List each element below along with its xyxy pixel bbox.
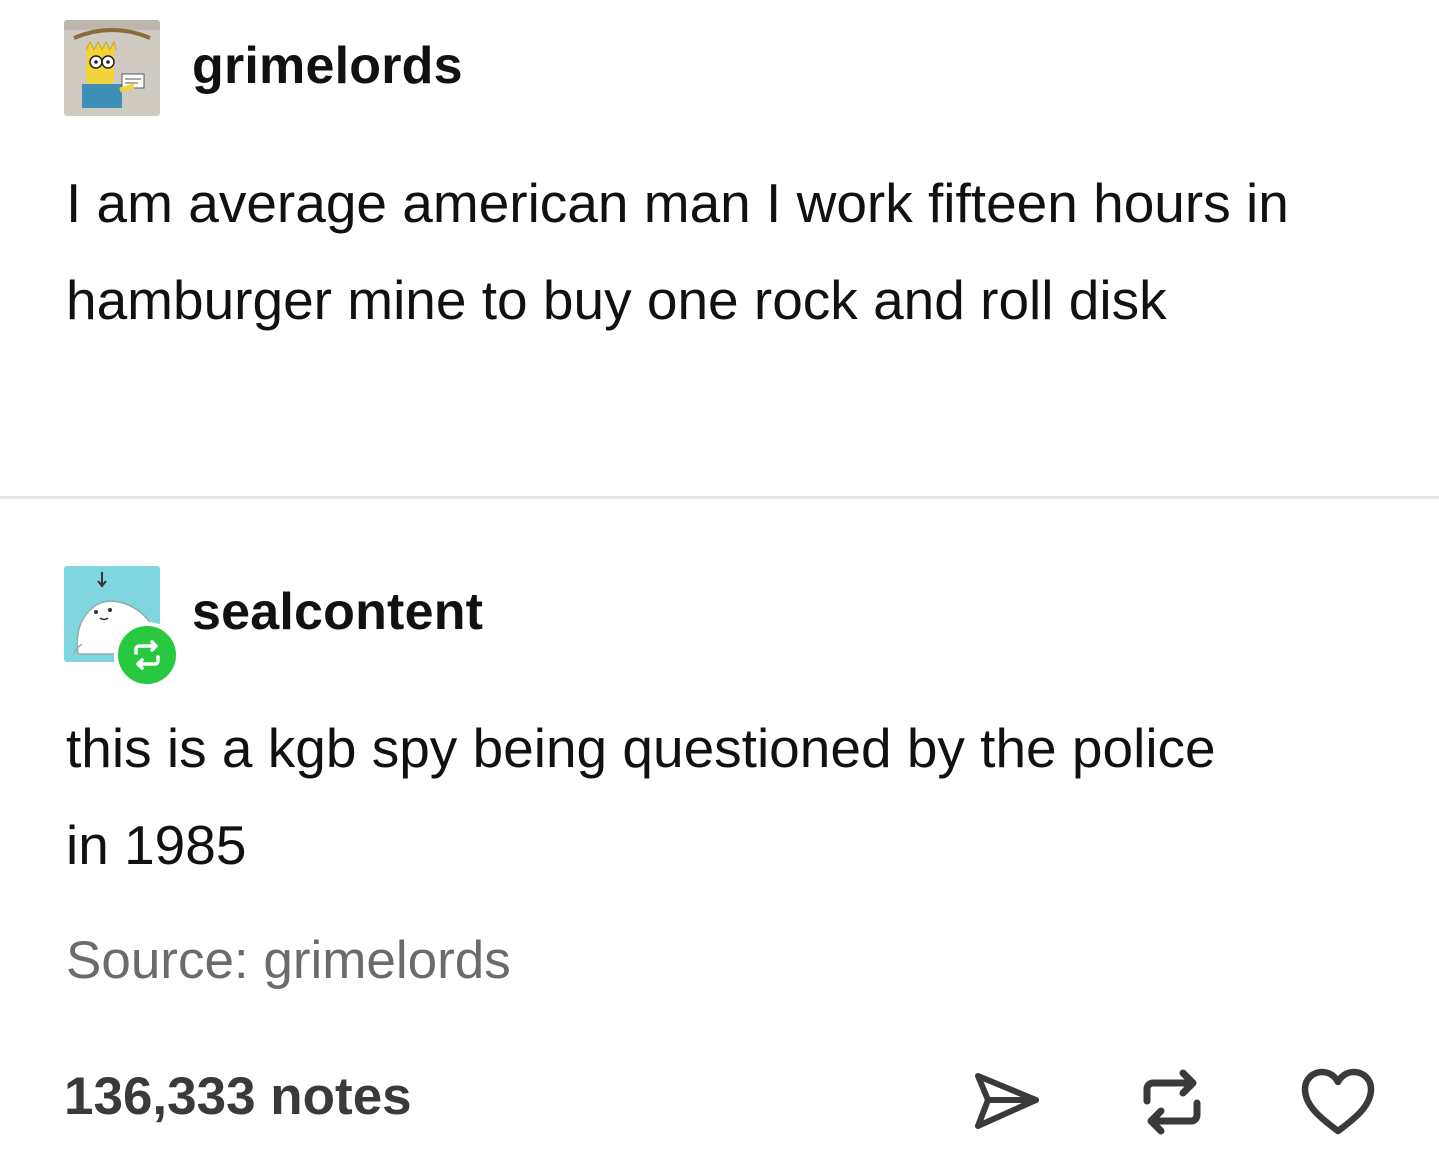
bart-avatar-icon xyxy=(64,20,160,116)
reply-author[interactable]: sealcontent xyxy=(192,582,483,642)
avatar-grimelords[interactable] xyxy=(64,20,160,116)
send-button[interactable] xyxy=(966,1062,1046,1142)
source-link[interactable]: Source: grimelords xyxy=(66,930,511,991)
reblog-button[interactable] xyxy=(1132,1062,1212,1142)
reblog-badge-icon xyxy=(114,622,180,688)
send-icon xyxy=(975,1073,1039,1129)
post-text: I am average american man I work fifteen… xyxy=(66,172,1289,331)
post-author[interactable]: grimelords xyxy=(192,36,463,96)
post-divider xyxy=(0,496,1439,499)
reply-text: this is a kgb spy being questioned by th… xyxy=(66,717,1216,876)
heart-icon xyxy=(1301,1068,1375,1135)
reblog-icon xyxy=(1143,1069,1201,1135)
notes-count[interactable]: 136,333 notes xyxy=(64,1066,412,1127)
like-button[interactable] xyxy=(1298,1062,1378,1142)
